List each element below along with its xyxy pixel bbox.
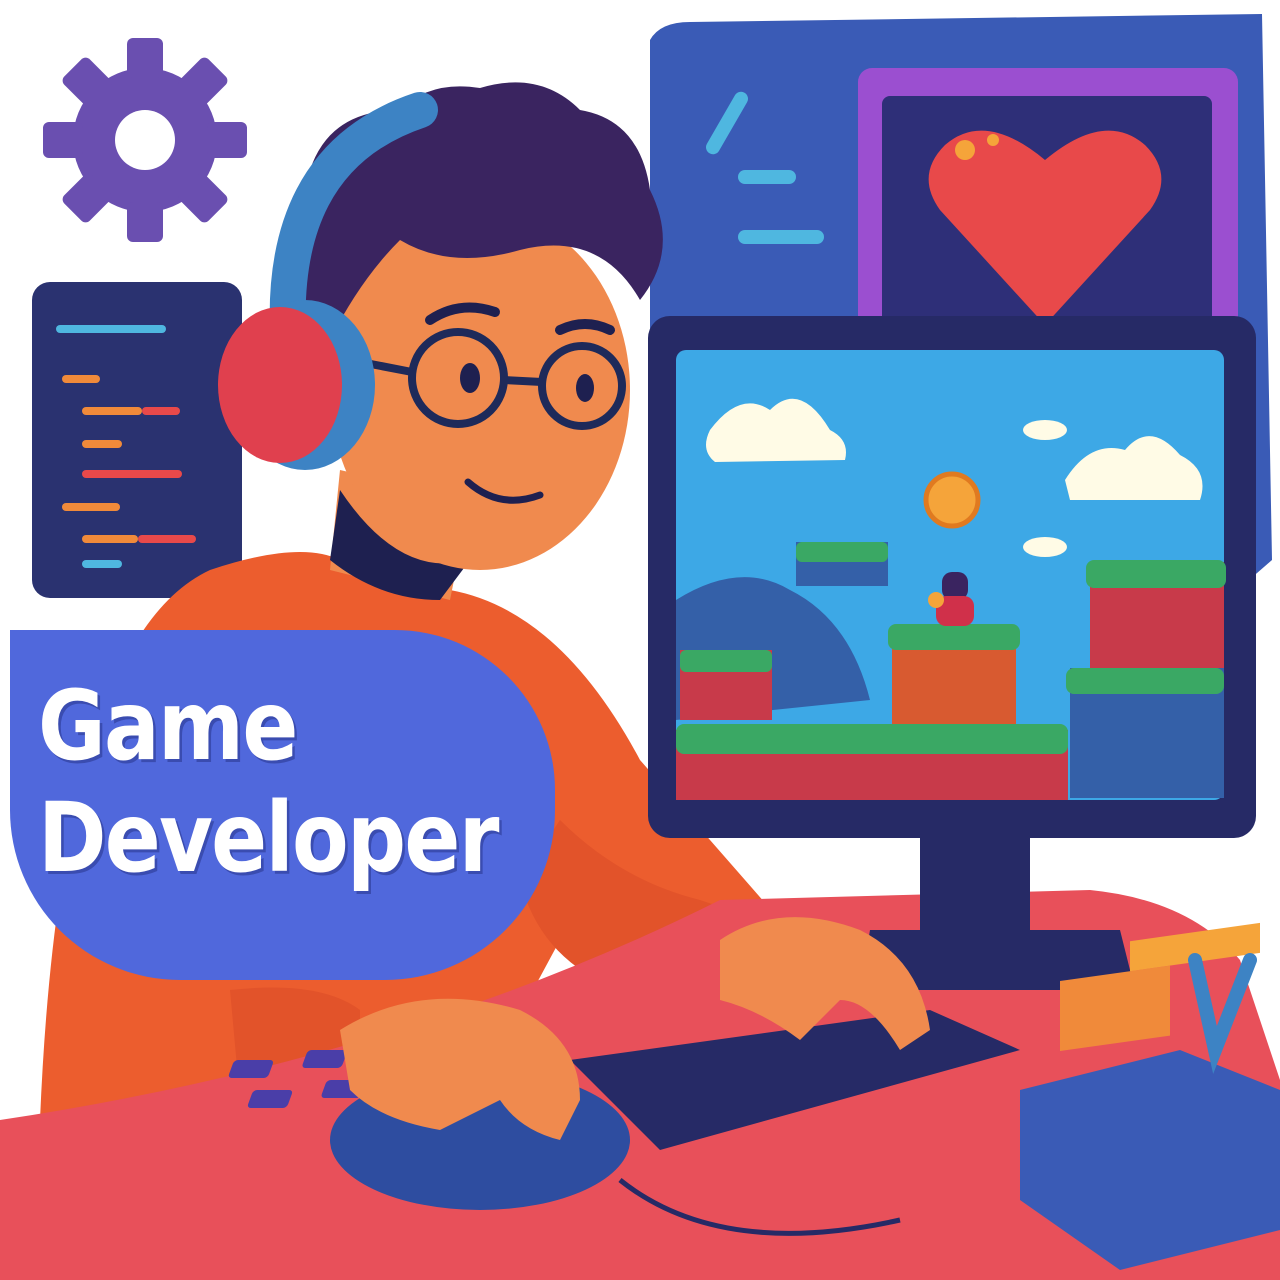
coin-icon <box>923 471 981 529</box>
title-text: Game Developer <box>38 670 499 894</box>
wall-dash-2 <box>738 230 824 244</box>
cloud-3 <box>1023 420 1067 440</box>
heart-shine-2 <box>987 134 999 146</box>
heart-shine-1 <box>955 140 975 160</box>
title-line-2: Developer <box>38 782 499 894</box>
eye-left <box>460 363 480 393</box>
title-badge: Game Developer <box>10 630 555 980</box>
cloud-4 <box>1023 537 1067 557</box>
wall-dash-1 <box>738 170 796 184</box>
eye-right <box>576 374 594 402</box>
title-line-1: Game <box>38 670 298 782</box>
gear-icon <box>43 38 247 242</box>
